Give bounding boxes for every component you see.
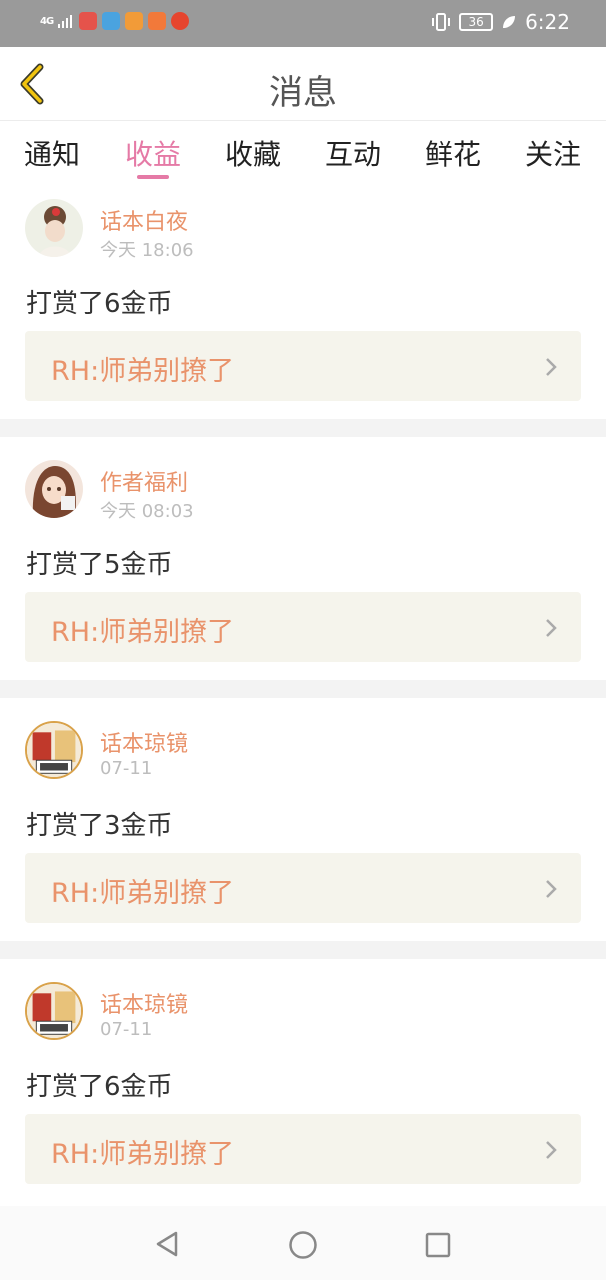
active-tab-indicator: [137, 175, 169, 179]
battery-indicator: 36: [459, 13, 494, 31]
nav-home-icon[interactable]: [288, 1230, 318, 1260]
leaf-icon: [503, 16, 516, 28]
tab-favorites[interactable]: 收藏: [213, 133, 293, 173]
book-title: RH:师弟别撩了: [51, 1139, 235, 1170]
chevron-right-icon: [546, 880, 557, 898]
sender-name[interactable]: 话本琼镜: [100, 726, 188, 758]
message-time: 07-11: [100, 1019, 153, 1040]
sender-name[interactable]: 话本琼镜: [100, 987, 188, 1019]
book-title: RH:师弟别撩了: [51, 878, 235, 909]
system-nav-bar: [0, 1206, 606, 1280]
message-time: 今天 08:03: [100, 501, 194, 522]
status-right: 36 6:22: [431, 10, 570, 34]
nav-recents-icon[interactable]: [424, 1231, 452, 1259]
vibrate-icon: [432, 13, 451, 31]
avatar[interactable]: [25, 982, 83, 1040]
status-bar: 4G 36 6:22: [0, 0, 606, 47]
reward-text: 打赏了6金币: [26, 1072, 173, 1102]
book-reference[interactable]: RH:师弟别撩了: [25, 331, 581, 401]
page-title: 消息: [269, 73, 337, 113]
divider: [0, 941, 606, 959]
chevron-right-icon: [546, 1141, 557, 1159]
weibo-icon: [171, 12, 190, 30]
list-item: 话本琼镜 07-11 打赏了6金币 RH:师弟别撩了: [0, 959, 606, 1202]
message-time: 07-11: [100, 758, 153, 779]
divider: [0, 419, 606, 437]
app-notification-icon: [125, 12, 144, 30]
chevron-right-icon: [546, 358, 557, 376]
avatar-image: [27, 723, 81, 777]
sender-name[interactable]: 作者福利: [100, 465, 188, 497]
list-item: 作者福利 今天 08:03 打赏了5金币 RH:师弟别撩了: [0, 437, 606, 680]
book-reference[interactable]: RH:师弟别撩了: [25, 853, 581, 923]
tab-following[interactable]: 关注: [513, 133, 593, 173]
book-reference[interactable]: RH:师弟别撩了: [25, 1114, 581, 1184]
avatar[interactable]: [25, 721, 83, 779]
chevron-right-icon: [546, 619, 557, 637]
avatar-image: [25, 199, 83, 257]
tab-bar: 通知 收益 收藏 互动 鲜花 关注: [0, 121, 606, 187]
list-item: 话本白夜 今天 18:06 打赏了6金币 RH:师弟别撩了: [0, 187, 606, 419]
signal-icon: [58, 15, 73, 28]
avatar[interactable]: [25, 199, 83, 257]
sender-name[interactable]: 话本白夜: [100, 204, 188, 236]
avatar-image: [25, 460, 83, 518]
book-reference[interactable]: RH:师弟别撩了: [25, 592, 581, 662]
app-notification-icon: [102, 12, 121, 30]
app-notification-icon: [79, 12, 98, 30]
list-item: 话本琼镜 07-11 打赏了3金币 RH:师弟别撩了: [0, 698, 606, 941]
avatar[interactable]: [25, 460, 83, 518]
message-time: 今天 18:06: [100, 240, 194, 261]
header: 消息: [0, 47, 606, 121]
book-title: RH:师弟别撩了: [51, 356, 235, 387]
clock: 6:22: [525, 10, 570, 34]
tab-earnings[interactable]: 收益: [113, 133, 193, 173]
reward-text: 打赏了5金币: [26, 550, 173, 580]
status-left: 4G: [40, 12, 190, 30]
divider: [0, 680, 606, 698]
avatar-image: [27, 984, 81, 1038]
book-title: RH:师弟别撩了: [51, 617, 235, 648]
tab-notifications[interactable]: 通知: [12, 133, 92, 173]
reward-text: 打赏了3金币: [26, 811, 173, 841]
network-indicator: 4G: [40, 15, 54, 27]
app-notification-icon: [148, 12, 167, 30]
nav-back-icon[interactable]: [154, 1230, 182, 1258]
reward-text: 打赏了6金币: [26, 289, 173, 319]
tab-interactions[interactable]: 互动: [313, 133, 393, 173]
tab-flowers[interactable]: 鲜花: [413, 133, 493, 173]
